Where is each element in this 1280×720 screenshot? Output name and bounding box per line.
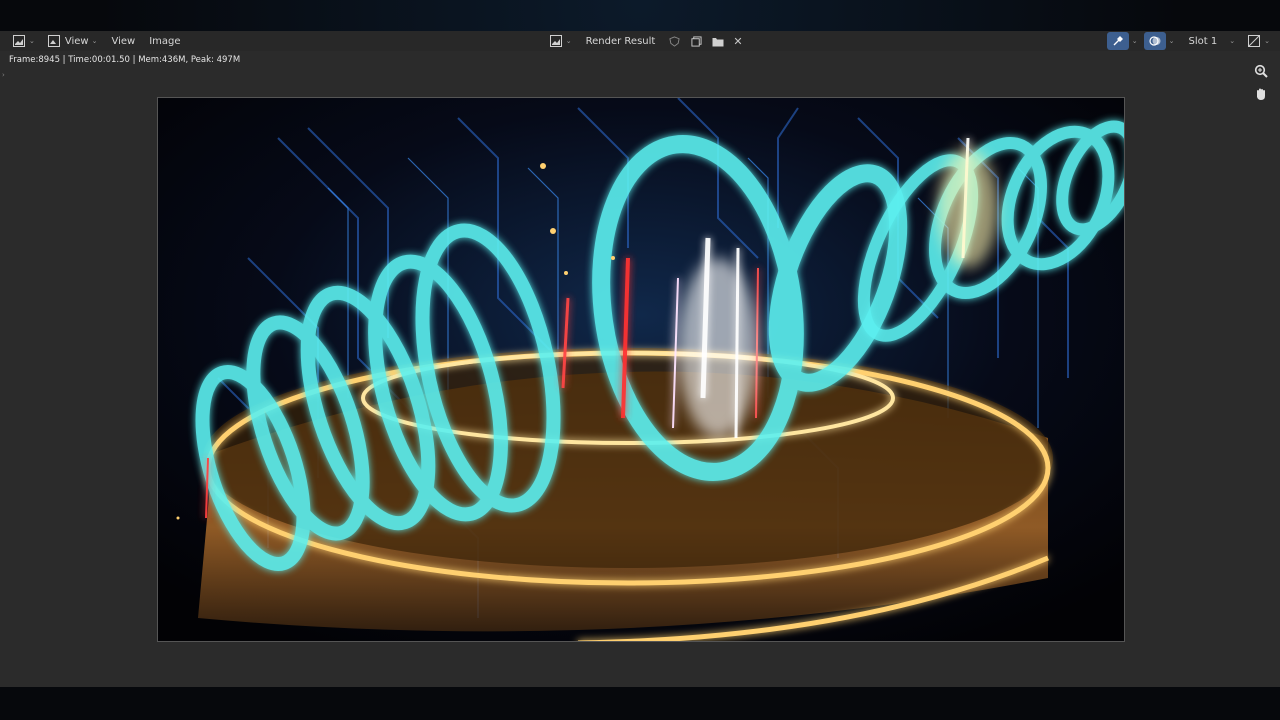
display-channels-button[interactable]: ⌄ <box>1243 32 1274 50</box>
render-stats: Frame:8945 | Time:00:01.50 | Mem:436M, P… <box>9 55 241 65</box>
chevron-down-icon: ⌄ <box>1229 37 1236 45</box>
image-editor-icon <box>12 34 26 48</box>
fake-user-button[interactable] <box>663 32 685 50</box>
chevron-down-icon: ⌄ <box>565 37 572 45</box>
sidebar-toggle-arrow[interactable]: › <box>2 71 5 79</box>
duplicate-icon <box>689 34 703 48</box>
channels-icon <box>1247 34 1261 48</box>
view-mode-dropdown[interactable]: View ⌄ <box>43 32 102 50</box>
render-result-image[interactable] <box>157 97 1125 642</box>
render-image-content <box>158 98 1124 641</box>
menu-view[interactable]: View <box>107 32 139 50</box>
slot-dropdown[interactable]: Slot 1 ⌄ <box>1185 32 1240 50</box>
chevron-down-icon: ⌄ <box>29 37 35 45</box>
view-mode-label: View <box>64 35 89 47</box>
open-image-button[interactable] <box>707 32 729 50</box>
image-browse-button[interactable]: ⌄ <box>545 32 576 50</box>
pan-gizmo[interactable] <box>1252 86 1270 104</box>
editor-type-button[interactable]: ⌄ <box>8 32 39 50</box>
close-icon: ✕ <box>733 34 743 48</box>
slot-label: Slot 1 <box>1188 35 1218 47</box>
shield-icon <box>667 34 681 48</box>
view-icon <box>47 34 61 48</box>
image-browse-icon <box>549 34 563 48</box>
image-name-field[interactable]: Render Result <box>582 32 660 50</box>
chevron-down-icon: ⌄ <box>1168 37 1175 45</box>
editor-header: ⌄ View ⌄ View Image ⌄ Render Result ✕ ⌄ … <box>0 31 1280 51</box>
chevron-down-icon: ⌄ <box>91 37 98 45</box>
eyedropper-icon <box>1111 34 1125 48</box>
zoom-gizmo[interactable] <box>1252 63 1270 81</box>
sample-tool-button[interactable] <box>1106 32 1129 50</box>
image-editor: ⌄ View ⌄ View Image ⌄ Render Result ✕ ⌄ … <box>0 31 1280 687</box>
menu-image[interactable]: Image <box>145 32 184 50</box>
folder-icon <box>711 34 725 48</box>
hand-icon <box>1254 86 1268 105</box>
new-image-button[interactable] <box>685 32 707 50</box>
magnifier-icon <box>1254 63 1268 82</box>
chevron-down-icon: ⌄ <box>1264 37 1271 45</box>
overlay-toggle-button[interactable] <box>1143 32 1166 50</box>
chevron-down-icon: ⌄ <box>1131 37 1138 45</box>
overlay-icon <box>1148 34 1162 48</box>
unlink-image-button[interactable]: ✕ <box>729 32 746 50</box>
